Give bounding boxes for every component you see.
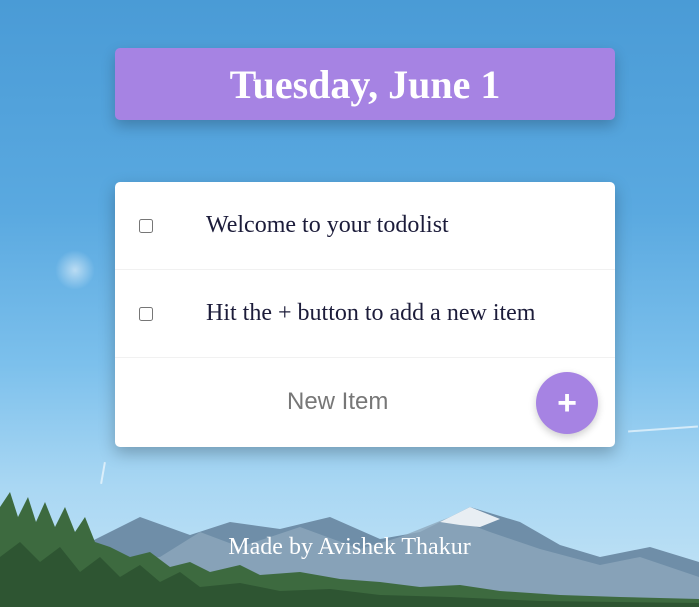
- background-contrail: [628, 425, 698, 433]
- add-item-button[interactable]: +: [536, 372, 598, 434]
- footer-credit: Made by Avishek Thakur: [228, 534, 471, 560]
- todo-item-checkbox[interactable]: [139, 218, 153, 233]
- background-contrail: [100, 461, 106, 485]
- todo-list-box: Welcome to your todolist Hit the + butto…: [115, 182, 615, 447]
- todo-item-checkbox[interactable]: [139, 306, 153, 321]
- date-heading-box: Tuesday, June 1: [115, 48, 615, 120]
- date-heading: Tuesday, June 1: [229, 61, 501, 107]
- todo-item: Welcome to your todolist: [115, 182, 615, 270]
- new-item-input[interactable]: [285, 387, 509, 417]
- background-sun-glow: [55, 250, 95, 290]
- new-item-form: +: [115, 358, 615, 446]
- todo-item-text: Welcome to your todolist: [206, 212, 449, 238]
- todo-item-text: Hit the + button to add a new item: [206, 300, 536, 326]
- todo-item: Hit the + button to add a new item: [115, 270, 615, 358]
